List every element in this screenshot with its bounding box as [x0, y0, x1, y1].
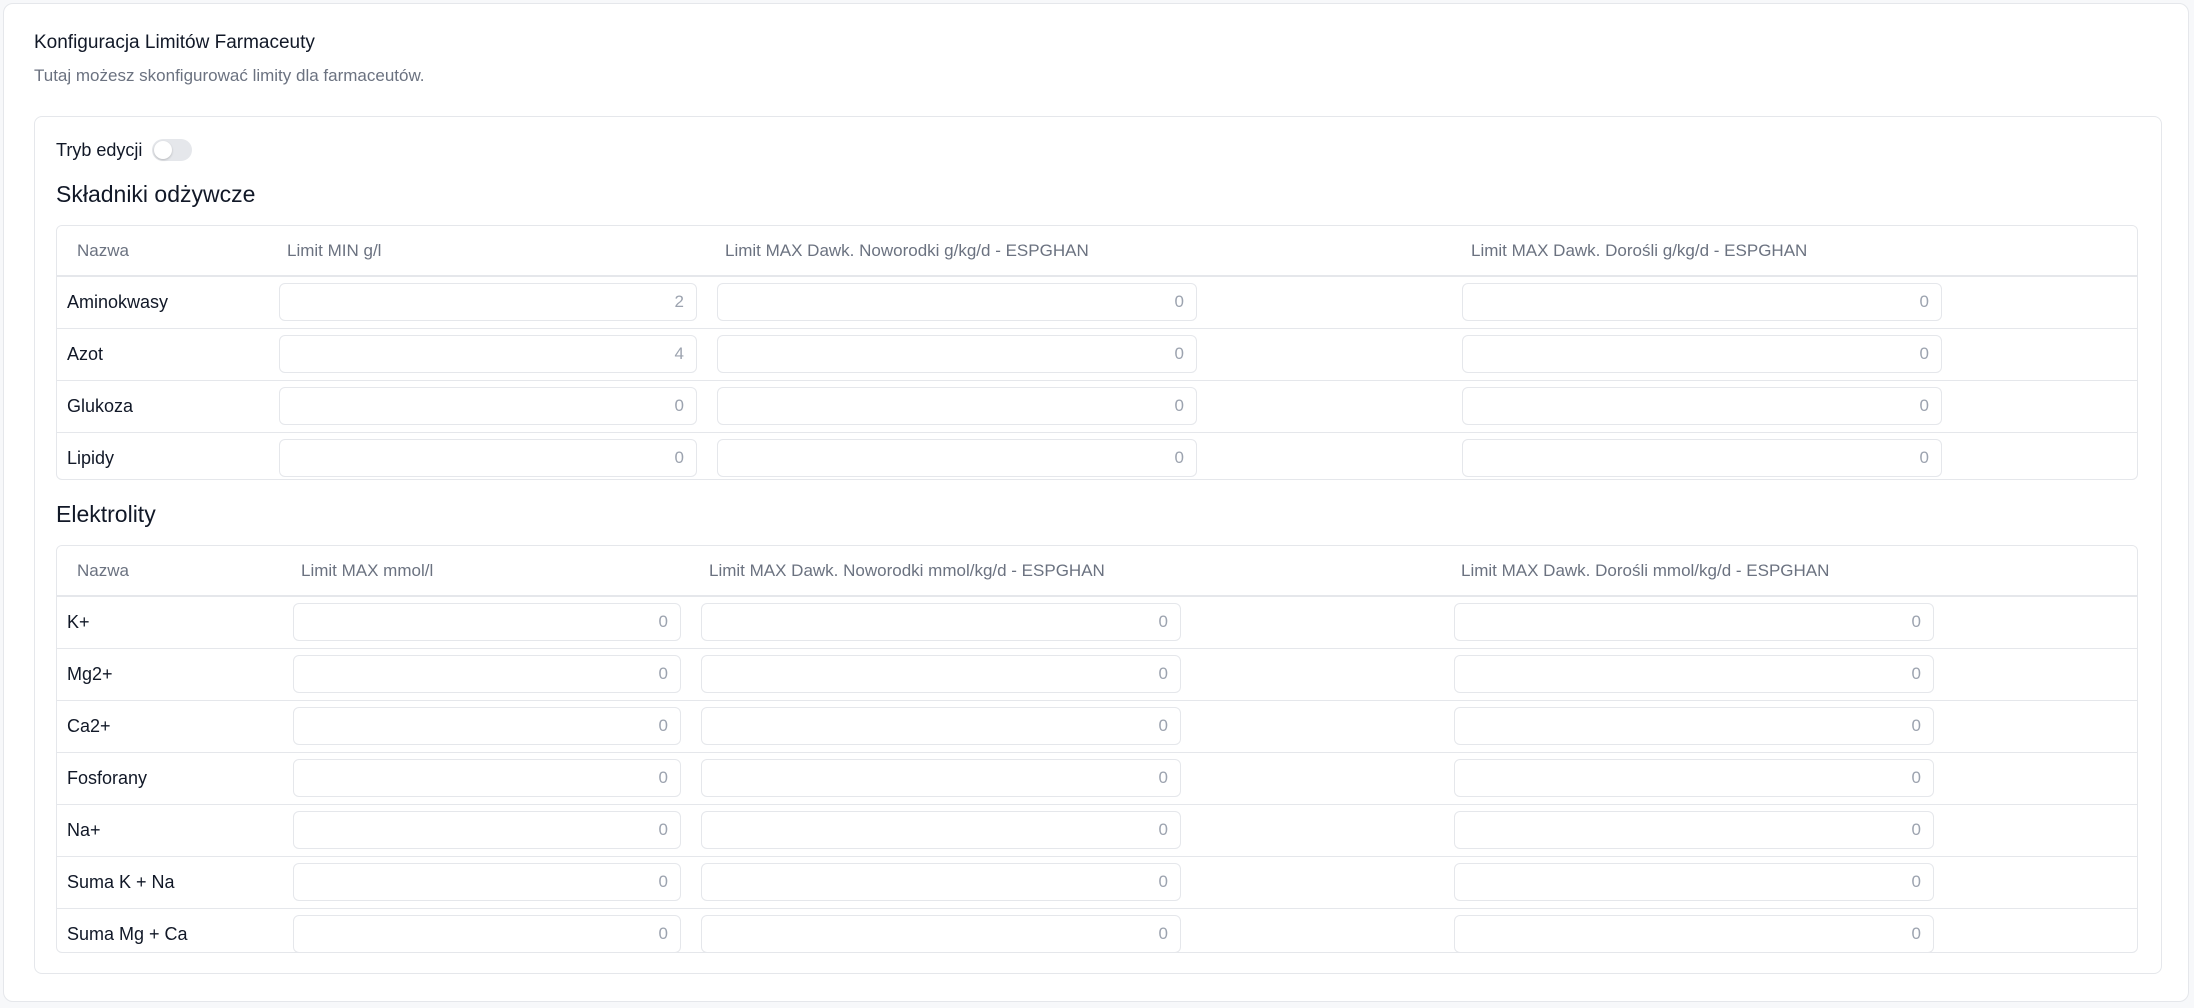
column-header-max-newborns: Limit MAX Dawk. Noworodki mmol/kg/d - ES… [709, 561, 1105, 580]
limit-value-input[interactable] [1454, 759, 1934, 797]
limit-value-input[interactable] [701, 655, 1181, 693]
table-row: Suma Mg + Ca [57, 909, 2137, 952]
table-row: Aminokwasy [57, 277, 2137, 329]
limit-value-input[interactable] [1454, 707, 1934, 745]
row-name: Fosforany [67, 768, 148, 788]
column-header-name: Nazwa [77, 561, 129, 580]
limit-value-input[interactable] [717, 439, 1197, 477]
toggle-knob [154, 141, 173, 159]
limit-value-input[interactable] [1462, 439, 1942, 477]
limit-value-input[interactable] [717, 283, 1197, 321]
table-row: Fosforany [57, 753, 2137, 805]
column-header-max-adults: Limit MAX Dawk. Dorośli mmol/kg/d - ESPG… [1461, 561, 1830, 580]
row-name: Glukoza [67, 396, 134, 416]
limit-value-input[interactable] [1454, 811, 1934, 849]
page-subtitle: Tutaj możesz skonfigurować limity dla fa… [34, 66, 425, 85]
page-card: Konfiguracja Limitów Farmaceuty Tutaj mo… [3, 3, 2189, 1002]
limit-value-input[interactable] [1454, 655, 1934, 693]
limit-value-input[interactable] [293, 863, 681, 901]
limit-value-input[interactable] [717, 335, 1197, 373]
limit-value-input[interactable] [1454, 863, 1934, 901]
table-row: Ca2+ [57, 701, 2137, 753]
row-name: Mg2+ [67, 664, 113, 684]
limit-value-input[interactable] [293, 707, 681, 745]
limit-value-input[interactable] [1454, 915, 1934, 952]
column-header-max: Limit MAX mmol/l [301, 561, 434, 580]
row-name: Suma K + Na [67, 872, 175, 892]
column-header-max-newborns: Limit MAX Dawk. Noworodki g/kg/d - ESPGH… [725, 241, 1089, 260]
limit-value-input[interactable] [293, 655, 681, 693]
row-name: Na+ [67, 820, 101, 840]
row-name: Aminokwasy [67, 292, 169, 312]
limit-value-input[interactable] [701, 603, 1181, 641]
limit-value-input[interactable] [701, 811, 1181, 849]
electrolytes-section-title: Elektrolity [56, 501, 156, 527]
row-name: K+ [67, 612, 90, 632]
page-title: Konfiguracja Limitów Farmaceuty [34, 32, 315, 53]
limit-value-input[interactable] [701, 915, 1181, 952]
nutrients-table: Nazwa Limit MIN g/l Limit MAX Dawk. Nowo… [56, 225, 2138, 480]
column-header-name: Nazwa [77, 241, 129, 260]
edit-mode-toggle[interactable] [152, 139, 193, 161]
limit-value-input[interactable] [279, 387, 697, 425]
limit-value-input[interactable] [293, 759, 681, 797]
electrolytes-table: Nazwa Limit MAX mmol/l Limit MAX Dawk. N… [56, 545, 2138, 953]
limit-value-input[interactable] [293, 811, 681, 849]
column-header-max-adults: Limit MAX Dawk. Dorośli g/kg/d - ESPGHAN [1471, 241, 1808, 260]
table-header: Nazwa Limit MAX mmol/l Limit MAX Dawk. N… [57, 546, 2137, 597]
row-name: Suma Mg + Ca [67, 924, 188, 944]
electrolytes-table-body: K+ Mg2+ Ca2+ Fosforany Na+ Suma K + Na Suma Mg… [57, 597, 2137, 952]
limit-value-input[interactable] [293, 915, 681, 952]
table-row: Glukoza [57, 381, 2137, 433]
limit-value-input[interactable] [1462, 283, 1942, 321]
table-row: Suma K + Na [57, 857, 2137, 909]
limit-value-input[interactable] [1462, 335, 1942, 373]
table-row: Na+ [57, 805, 2137, 857]
limit-value-input[interactable] [701, 863, 1181, 901]
table-row: Azot [57, 329, 2137, 381]
edit-mode-label: Tryb edycji [56, 139, 143, 160]
table-header: Nazwa Limit MIN g/l Limit MAX Dawk. Nowo… [57, 226, 2137, 277]
limit-value-input[interactable] [701, 759, 1181, 797]
nutrients-table-body: Aminokwasy Azot Glukoza Lipidy [57, 277, 2137, 479]
column-header-min: Limit MIN g/l [287, 241, 382, 260]
limit-value-input[interactable] [293, 603, 681, 641]
edit-mode-row: Tryb edycji [56, 139, 193, 161]
nutrients-section-title: Składniki odżywcze [56, 181, 256, 207]
table-row: Mg2+ [57, 649, 2137, 701]
limit-value-input[interactable] [279, 335, 697, 373]
limit-value-input[interactable] [701, 707, 1181, 745]
limit-value-input[interactable] [717, 387, 1197, 425]
limit-value-input[interactable] [279, 283, 697, 321]
limit-value-input[interactable] [1454, 603, 1934, 641]
row-name: Azot [67, 344, 104, 364]
limit-value-input[interactable] [1462, 387, 1942, 425]
row-name: Ca2+ [67, 716, 111, 736]
row-name: Lipidy [67, 448, 115, 468]
table-row: K+ [57, 597, 2137, 649]
limit-value-input[interactable] [279, 439, 697, 477]
limits-panel: Tryb edycji Składniki odżywcze Nazwa Lim… [34, 116, 2162, 974]
table-row: Lipidy [57, 433, 2137, 479]
